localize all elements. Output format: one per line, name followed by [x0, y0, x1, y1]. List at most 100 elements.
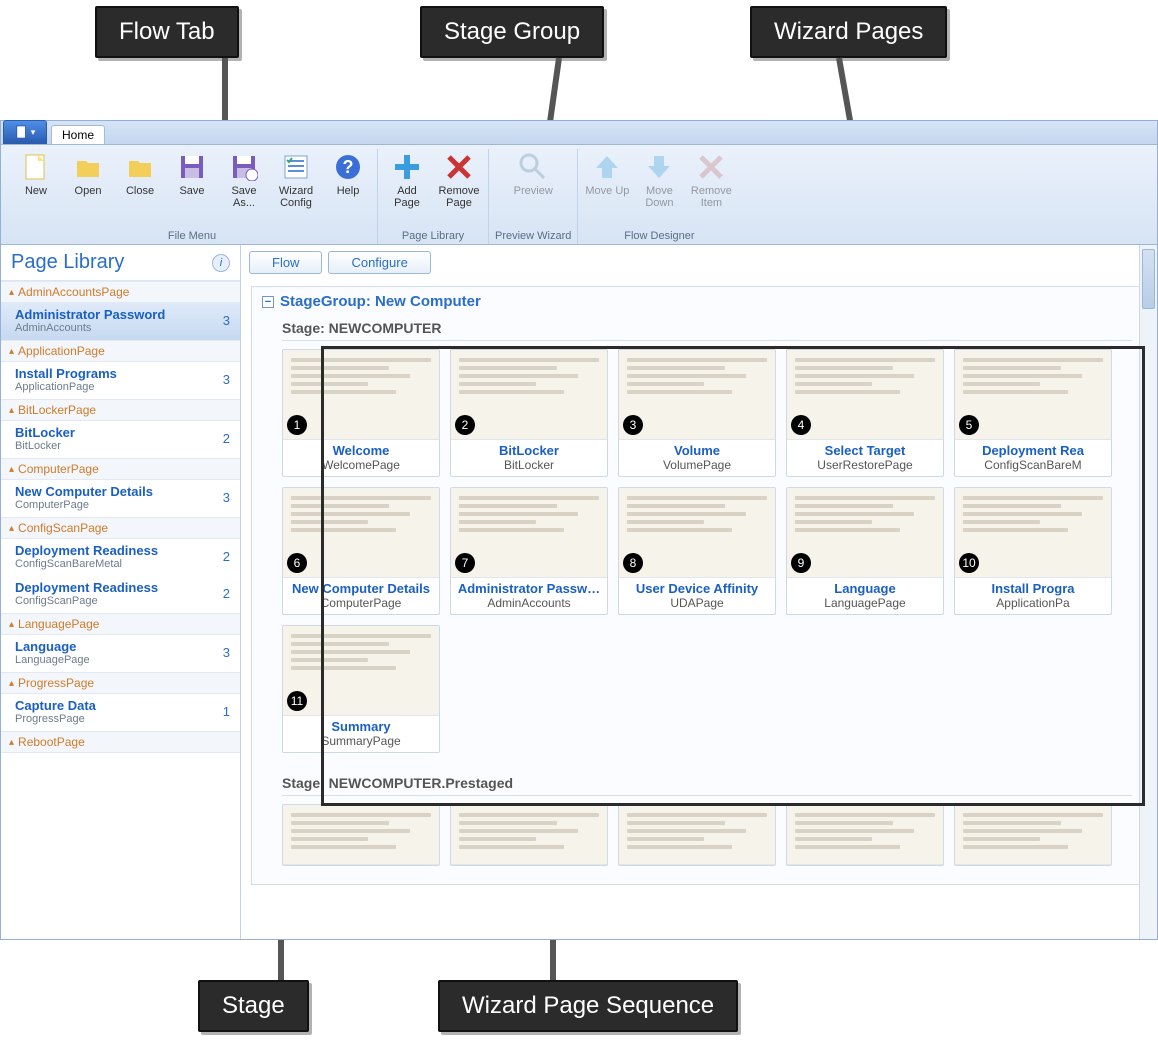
card-title: Welcome: [283, 440, 439, 458]
chevron-up-icon: ▴: [9, 287, 14, 298]
stage-header[interactable]: Stage: NEWCOMPUTER: [282, 316, 1132, 341]
card-title: BitLocker: [451, 440, 607, 458]
callout-flow-tab: Flow Tab: [95, 6, 239, 58]
wizard-page-card[interactable]: 2BitLockerBitLocker: [450, 349, 608, 477]
sidebar-item[interactable]: LanguageLanguagePage3: [1, 635, 240, 672]
card-thumbnail: 6: [283, 488, 439, 578]
stage: Stage: NEWCOMPUTER.Prestaged: [282, 771, 1132, 874]
new-button[interactable]: New: [13, 149, 59, 209]
save-as-button[interactable]: Save As...: [221, 149, 267, 209]
tab-flow[interactable]: Flow: [249, 251, 322, 274]
stage-group: − StageGroup: New Computer Stage: NEWCOM…: [251, 286, 1147, 885]
app-menu-button[interactable]: ▾: [3, 120, 47, 144]
sidebar-item[interactable]: New Computer DetailsComputerPage3: [1, 480, 240, 517]
sidebar-item[interactable]: Capture DataProgressPage1: [1, 694, 240, 731]
wizard-page-card[interactable]: 10 Install PrograApplicationPa: [954, 487, 1112, 615]
tab-configure[interactable]: Configure: [328, 251, 430, 274]
sidebar-item[interactable]: Administrator PasswordAdminAccounts3: [1, 303, 240, 340]
wizard-config-button[interactable]: Wizard Config: [273, 149, 319, 209]
sidebar-item[interactable]: Deployment ReadinessConfigScanBareMetal2: [1, 539, 240, 576]
card-number-badge: 3: [623, 415, 643, 435]
open-button[interactable]: Open: [65, 149, 111, 209]
card-thumbnail: 7: [451, 488, 607, 578]
card-thumbnail: [619, 805, 775, 865]
sidebar-item[interactable]: Install ProgramsApplicationPage3: [1, 362, 240, 399]
stage: Stage: NEWCOMPUTER1WelcomeWelcomePage2Bi…: [282, 316, 1132, 761]
callout-stage-group: Stage Group: [420, 6, 604, 58]
card-subtitle: UserRestorePage: [787, 458, 943, 476]
save-button[interactable]: Save: [169, 149, 215, 209]
chevron-up-icon: ▴: [9, 678, 14, 689]
tab-home[interactable]: Home: [51, 125, 105, 144]
sidebar-category[interactable]: ▴BitLockerPage: [1, 399, 240, 421]
collapse-icon[interactable]: −: [262, 296, 274, 308]
sidebar-item[interactable]: Deployment ReadinessConfigScanPage2: [1, 576, 240, 613]
wizard-page-card[interactable]: 5 Deployment ReaConfigScanBareM: [954, 349, 1112, 477]
card-number-badge: 10: [959, 553, 979, 573]
card-number-badge: 1: [287, 415, 307, 435]
sidebar-category[interactable]: ▴ComputerPage: [1, 458, 240, 480]
wizard-page-card[interactable]: [786, 804, 944, 866]
wizard-page-card[interactable]: [450, 804, 608, 866]
wizard-page-card[interactable]: 3VolumeVolumePage: [618, 349, 776, 477]
card-title: Deployment Rea: [955, 440, 1111, 458]
sidebar-category[interactable]: ▴ConfigScanPage: [1, 517, 240, 539]
remove-page-button[interactable]: Remove Page: [436, 149, 482, 209]
sidebar-category[interactable]: ▴RebootPage: [1, 731, 240, 753]
wizard-page-card[interactable]: 9LanguageLanguagePage: [786, 487, 944, 615]
sidebar-category[interactable]: ▴AdminAccountsPage: [1, 281, 240, 303]
callout-stage: Stage: [198, 980, 309, 1032]
chevron-up-icon: ▴: [9, 619, 14, 630]
wizard-page-card[interactable]: [954, 804, 1112, 866]
ribbon-group-label: Preview Wizard: [495, 228, 571, 244]
ribbon-group-label: Page Library: [402, 228, 464, 244]
card-thumbnail: 2: [451, 350, 607, 440]
card-number-badge: 6: [287, 553, 307, 573]
sidebar-category[interactable]: ▴ApplicationPage: [1, 340, 240, 362]
stage-group-header[interactable]: − StageGroup: New Computer: [252, 287, 1146, 316]
stage-header[interactable]: Stage: NEWCOMPUTER.Prestaged: [282, 771, 1132, 796]
card-subtitle: UDAPage: [619, 596, 775, 614]
scrollbar-vertical[interactable]: [1139, 245, 1157, 939]
card-title: Install Progra: [955, 578, 1111, 596]
card-subtitle: ComputerPage: [283, 596, 439, 614]
remove-item-button[interactable]: Remove Item: [688, 149, 734, 209]
card-subtitle: ConfigScanBareM: [955, 458, 1111, 476]
wizard-page-card[interactable]: 1WelcomeWelcomePage: [282, 349, 440, 477]
card-thumbnail: 5: [955, 350, 1111, 440]
sidebar-item[interactable]: BitLockerBitLocker2: [1, 421, 240, 458]
titlebar: ▾ Home: [1, 121, 1157, 145]
card-subtitle: VolumePage: [619, 458, 775, 476]
wizard-page-card[interactable]: 8User Device AffinityUDAPage: [618, 487, 776, 615]
preview-button[interactable]: Preview: [510, 149, 556, 197]
card-number-badge: 5: [959, 415, 979, 435]
move-down-button[interactable]: Move Down: [636, 149, 682, 209]
wizard-page-card[interactable]: 11SummarySummaryPage: [282, 625, 440, 753]
card-thumbnail: [283, 805, 439, 865]
card-thumbnail: [787, 805, 943, 865]
card-number-badge: 11: [287, 691, 307, 711]
app-window: ▾ Home New Open Close Save Save As... Wi…: [0, 120, 1158, 940]
info-icon[interactable]: i: [212, 254, 230, 272]
chevron-up-icon: ▴: [9, 737, 14, 748]
wizard-page-card[interactable]: 7Administrator Passw…AdminAccounts: [450, 487, 608, 615]
wizard-page-card[interactable]: [618, 804, 776, 866]
ribbon-group-label: File Menu: [168, 228, 216, 244]
card-subtitle: AdminAccounts: [451, 596, 607, 614]
connector: [222, 58, 228, 128]
close-button[interactable]: Close: [117, 149, 163, 209]
wizard-page-card[interactable]: [282, 804, 440, 866]
card-thumbnail: 10: [955, 488, 1111, 578]
wizard-page-card[interactable]: 6New Computer DetailsComputerPage: [282, 487, 440, 615]
add-page-button[interactable]: Add Page: [384, 149, 430, 209]
chevron-up-icon: ▴: [9, 464, 14, 475]
help-button[interactable]: ?Help: [325, 149, 371, 209]
sidebar-category[interactable]: ▴LanguagePage: [1, 613, 240, 635]
move-up-button[interactable]: Move Up: [584, 149, 630, 209]
card-title: Select Target: [787, 440, 943, 458]
sidebar-category[interactable]: ▴ProgressPage: [1, 672, 240, 694]
card-title: Summary: [283, 716, 439, 734]
wizard-page-card[interactable]: 4Select TargetUserRestorePage: [786, 349, 944, 477]
card-subtitle: ApplicationPa: [955, 596, 1111, 614]
card-thumbnail: 9: [787, 488, 943, 578]
